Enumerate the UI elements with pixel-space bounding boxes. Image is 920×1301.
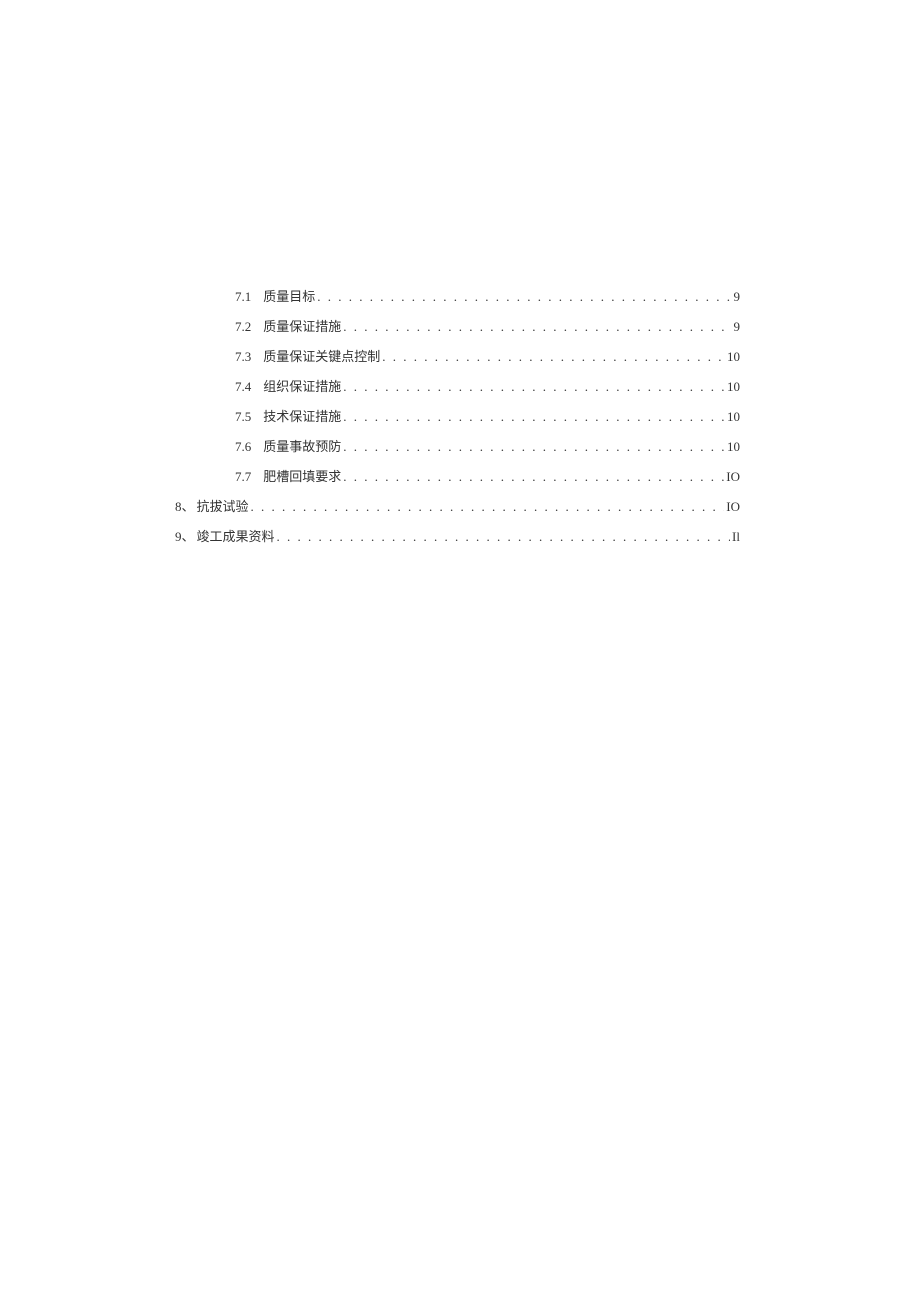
toc-entry: 7.4 组织保证措施 10: [175, 376, 740, 394]
toc-entry-number: 8、: [175, 496, 195, 515]
toc-entry: 7.6 质量事故预防 10: [175, 436, 740, 454]
toc-entry-page: 10: [727, 409, 740, 425]
toc-entry-number: 7.3: [235, 349, 251, 365]
toc-entry-page: 9: [734, 319, 741, 335]
toc-entry-label: 质量保证关键点控制: [263, 346, 380, 365]
toc-entry-page: IO: [726, 499, 740, 515]
toc-leader-dots: [277, 529, 731, 545]
toc-entry-label: 质量事故预防: [263, 436, 341, 455]
toc-entry-number: 7.4: [235, 379, 251, 395]
toc-leader-dots: [343, 319, 731, 335]
toc-leader-dots: [382, 349, 725, 365]
toc-entry-page: Il: [732, 529, 740, 545]
toc-leader-dots: [343, 469, 724, 485]
toc-entry-number: 7.7: [235, 469, 251, 485]
toc-leader-dots: [343, 379, 725, 395]
toc-leader-dots: [317, 289, 731, 305]
toc-entry-number: 9、: [175, 526, 195, 545]
toc-entry: 7.2 质量保证措施 9: [175, 316, 740, 334]
toc-entry-label: 竣工成果资料: [197, 526, 275, 545]
toc-entry-page: 9: [734, 289, 741, 305]
toc-list: 7.1 质量目标 9 7.2 质量保证措施 9 7.3 质量保证关键点控制 10 7.4 组织保证措…: [175, 286, 740, 544]
toc-leader-dots: [343, 439, 725, 455]
toc-entry-label: 质量目标: [263, 286, 315, 305]
toc-entry-number: 7.5: [235, 409, 251, 425]
toc-entry: 7.1 质量目标 9: [175, 286, 740, 304]
toc-leader-dots: [343, 409, 725, 425]
toc-entry-number: 7.1: [235, 289, 251, 305]
toc-entry-page: 10: [727, 349, 740, 365]
toc-entry: 7.7 肥槽回填要求 IO: [175, 466, 740, 484]
toc-entry-label: 肥槽回填要求: [263, 466, 341, 485]
toc-entry-label: 组织保证措施: [263, 376, 341, 395]
toc-page: 7.1 质量目标 9 7.2 质量保证措施 9 7.3 质量保证关键点控制 10 7.4 组织保证措…: [175, 286, 740, 556]
toc-entry-page: 10: [727, 379, 740, 395]
toc-entry-label: 技术保证措施: [263, 406, 341, 425]
toc-entry: 8、抗拔试验 IO: [175, 496, 740, 514]
toc-entry: 7.5 技术保证措施 10: [175, 406, 740, 424]
toc-entry-page: IO: [726, 469, 740, 485]
toc-leader-dots: [251, 499, 725, 515]
toc-entry-page: 10: [727, 439, 740, 455]
toc-entry-label: 质量保证措施: [263, 316, 341, 335]
toc-entry-number: 7.6: [235, 439, 251, 455]
toc-entry: 9、竣工成果资料 Il: [175, 526, 740, 544]
toc-entry-number: 7.2: [235, 319, 251, 335]
toc-entry-label: 抗拔试验: [197, 496, 249, 515]
toc-entry: 7.3 质量保证关键点控制 10: [175, 346, 740, 364]
